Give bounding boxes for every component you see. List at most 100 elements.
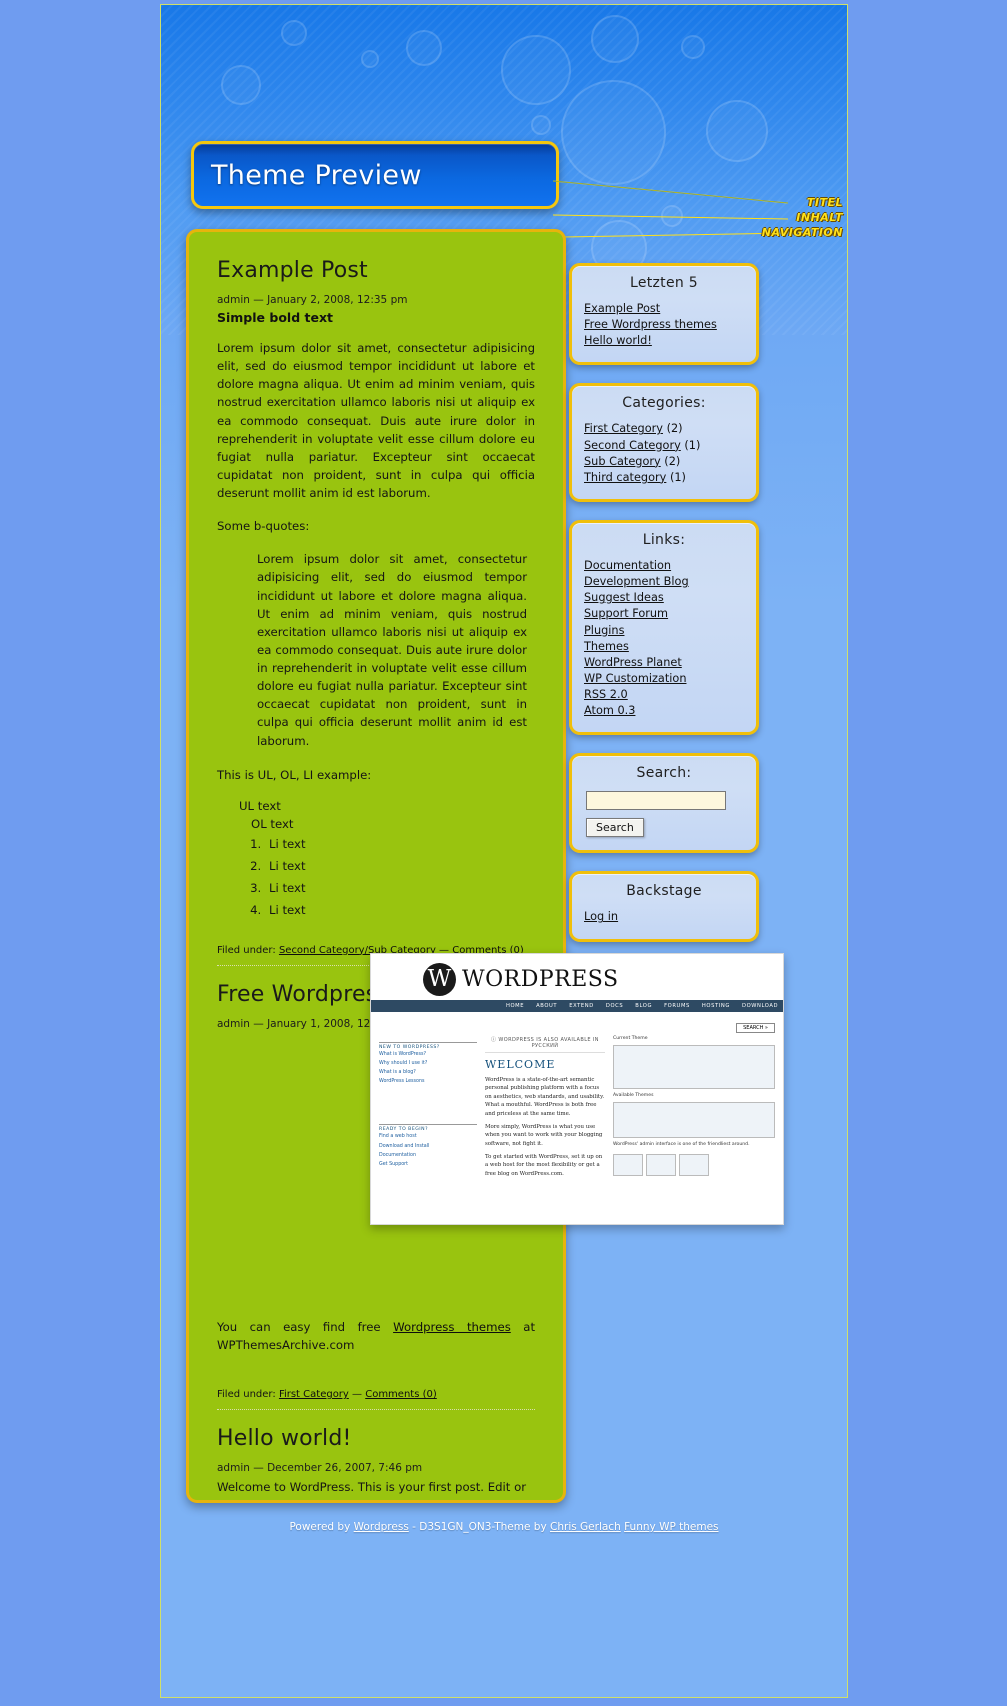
post-title[interactable]: Hello world! (217, 1426, 535, 1451)
list-item[interactable]: RSS 2.0 (584, 687, 744, 703)
wp-link[interactable]: WordPress Lessons (379, 1077, 477, 1086)
comments-link[interactable]: Comments (0) (365, 1389, 437, 1400)
post-paragraph: Welcome to WordPress. This is your first… (217, 1480, 527, 1500)
post-paragraph: You can easy find free Wordpress themes … (217, 1318, 535, 1354)
wp-theme-thumbnail (613, 1101, 775, 1138)
list-item[interactable]: Themes (584, 639, 744, 655)
wp-nav-item[interactable]: FORUMS (664, 1003, 690, 1009)
list-item[interactable]: Free Wordpress themes (584, 317, 744, 333)
unordered-list-demo: UL text (239, 799, 535, 813)
wp-link[interactable]: Download and Install (379, 1142, 477, 1151)
wp-nav-item[interactable]: EXTEND (569, 1003, 594, 1009)
bubble-decoration (221, 65, 261, 105)
wp-link[interactable]: Find a web host (379, 1132, 477, 1141)
wp-nav-item[interactable]: HOME (506, 1003, 524, 1009)
li-item: Li text (265, 859, 535, 873)
site-title-bar[interactable]: Theme Preview (191, 141, 559, 209)
wordpress-themes-link[interactable]: Wordpress themes (393, 1320, 511, 1334)
external-link[interactable]: Suggest Ideas (584, 591, 664, 604)
bubble-decoration (561, 80, 666, 185)
bubble-decoration (681, 35, 705, 59)
list-item[interactable]: Suggest Ideas (584, 590, 744, 606)
widget-list: Log in (584, 909, 744, 925)
wp-section-head: READY TO BEGIN? (379, 1124, 477, 1132)
post-paragraph: Lorem ipsum dolor sit amet, consectetur … (217, 341, 535, 500)
post-filed-under: Filed under: First Category — Comments (… (217, 1369, 535, 1410)
external-link[interactable]: Themes (584, 640, 629, 653)
wp-paragraph-2: More simply, WordPress is what you use w… (485, 1123, 603, 1147)
external-link[interactable]: Documentation (584, 559, 671, 572)
wp-link-list: Find a web host Download and Install Doc… (379, 1132, 477, 1168)
post-meta: admin — January 2, 2008, 12:35 pm (217, 294, 408, 306)
list-item[interactable]: Plugins (584, 623, 744, 639)
wp-paragraph-3: To get started with WordPress, set it up… (485, 1154, 603, 1177)
external-link[interactable]: Atom 0.3 (584, 704, 635, 717)
list-item[interactable]: WordPress Planet (584, 655, 744, 671)
category-link[interactable]: Third category (584, 471, 666, 484)
post-title[interactable]: Example Post (217, 258, 535, 283)
filed-category-link[interactable]: First Category (279, 1389, 349, 1400)
external-link[interactable]: WordPress Planet (584, 656, 682, 669)
category-link[interactable]: Sub Category (584, 455, 661, 468)
list-item[interactable]: Log in (584, 909, 744, 925)
wp-nav-item[interactable]: BLOG (635, 1003, 652, 1009)
category-count: (1) (669, 470, 686, 484)
list-item[interactable]: Second Category (1) (584, 438, 744, 454)
sidebar-link[interactable]: Example Post (584, 302, 660, 315)
widget-search: Search: Search (569, 753, 759, 854)
annotation-navigation: NAVIGATION (761, 226, 843, 239)
blockquote-intro: Some b-quotes: (217, 519, 310, 534)
main-content-column: Example Post admin — January 2, 2008, 12… (186, 229, 566, 1503)
list-item[interactable]: Atom 0.3 (584, 703, 744, 719)
wp-columns: NEW TO WORDPRESS? What is WordPress? Why… (371, 1033, 783, 1183)
wp-center-column: ⓘ WORDPRESS IS ALSO AVAILABLE IN РУССКИЙ… (485, 1036, 605, 1183)
wp-nav-item[interactable]: ABOUT (536, 1003, 557, 1009)
wp-nav-item[interactable]: DOWNLOAD (742, 1003, 778, 1009)
wp-link[interactable]: Documentation (379, 1151, 477, 1160)
wp-search-button[interactable]: SEARCH » (736, 1023, 775, 1033)
wp-thumb-row (613, 1153, 775, 1176)
wp-header: W WORDPRESS (371, 954, 783, 1000)
footer-wordpress-link[interactable]: Wordpress (354, 1521, 409, 1533)
post-meta: admin — December 26, 2007, 7:46 pm (217, 1462, 423, 1474)
sidebar-link[interactable]: Free Wordpress themes (584, 318, 717, 331)
widget-title: Search: (636, 765, 692, 782)
external-link[interactable]: Support Forum (584, 607, 668, 620)
wp-link[interactable]: Why should I use it? (379, 1059, 477, 1068)
bubble-decoration (281, 20, 307, 46)
list-item[interactable]: WP Customization (584, 671, 744, 687)
search-input[interactable] (586, 791, 726, 811)
category-link[interactable]: First Category (584, 422, 663, 435)
wp-link[interactable]: What is WordPress? (379, 1050, 477, 1059)
wp-nav-item[interactable]: HOSTING (702, 1003, 730, 1009)
widget-title: Links: (642, 531, 686, 548)
list-item[interactable]: Example Post (584, 301, 744, 317)
footer-themes-link[interactable]: Funny WP themes (624, 1521, 718, 1533)
list-item[interactable]: Documentation (584, 558, 744, 574)
filed-label: Filed under: (217, 944, 276, 956)
wp-section-head: NEW TO WORDPRESS? (379, 1042, 477, 1050)
external-link[interactable]: Plugins (584, 624, 624, 637)
list-item[interactable]: Development Blog (584, 574, 744, 590)
external-link[interactable]: RSS 2.0 (584, 688, 628, 701)
wordpress-screenshot-image[interactable]: W WORDPRESS HOME ABOUT EXTEND DOCS BLOG … (370, 953, 784, 1225)
bubble-decoration (531, 115, 551, 135)
wp-nav-item[interactable]: DOCS (606, 1003, 623, 1009)
list-item[interactable]: Support Forum (584, 606, 744, 622)
wp-link[interactable]: Get Support (379, 1160, 477, 1169)
external-link[interactable]: Development Blog (584, 575, 689, 588)
list-item[interactable]: Hello world! (584, 333, 744, 349)
external-link[interactable]: WP Customization (584, 672, 686, 685)
category-link[interactable]: Second Category (584, 439, 681, 452)
wp-link[interactable]: What is a blog? (379, 1068, 477, 1077)
login-link[interactable]: Log in (584, 910, 618, 923)
list-item[interactable]: Sub Category (2) (584, 454, 744, 470)
wp-theme-thumbnail (613, 1044, 775, 1089)
wp-paragraph-1: WordPress is a state-of-the-art semantic… (485, 1077, 605, 1117)
search-button[interactable]: Search (586, 818, 644, 838)
list-item[interactable]: Third category (1) (584, 470, 744, 486)
list-item[interactable]: First Category (2) (584, 421, 744, 437)
footer-author-link[interactable]: Chris Gerlach (550, 1521, 621, 1533)
sidebar-link[interactable]: Hello world! (584, 334, 652, 347)
li-item: Li text (265, 837, 535, 851)
